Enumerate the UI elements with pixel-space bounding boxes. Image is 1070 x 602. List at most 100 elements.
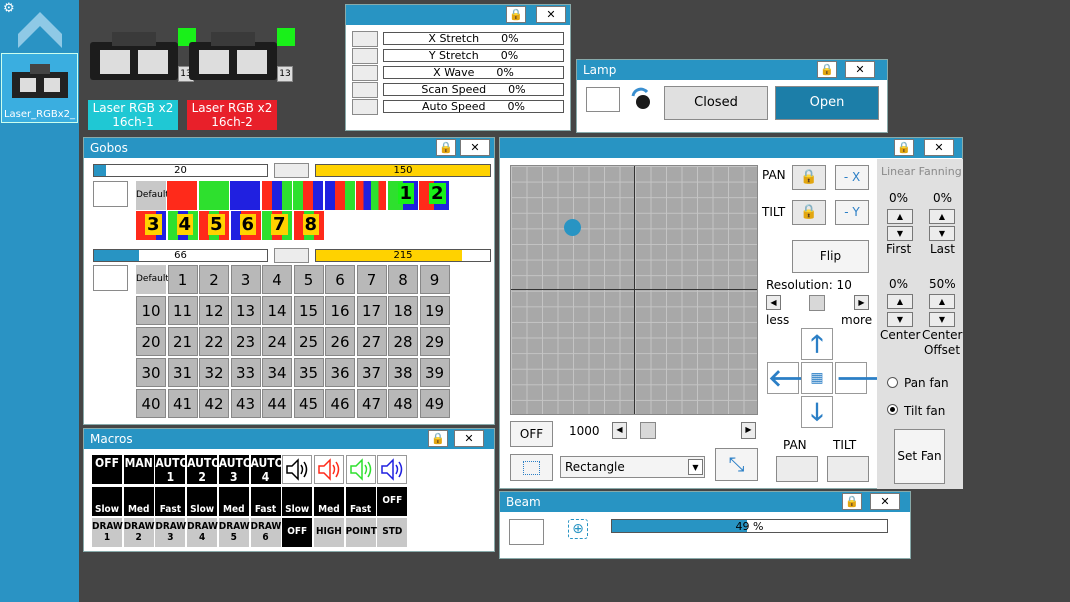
lamp-state-button[interactable]: [586, 87, 620, 112]
close-button[interactable]: ✕: [536, 6, 566, 23]
macro-button[interactable]: AUTO 4: [250, 455, 284, 484]
offset-down-button[interactable]: ▼: [929, 312, 955, 327]
speaker-icon[interactable]: [282, 455, 313, 484]
gobo-number-button[interactable]: 1: [167, 265, 198, 294]
macro-button[interactable]: STD: [377, 518, 408, 547]
speed-increase-button[interactable]: ▶: [741, 422, 756, 439]
macro-button[interactable]: Fast: [250, 487, 281, 516]
macro-button[interactable]: DRAW 3: [155, 518, 186, 547]
gobo-number-button[interactable]: 35: [293, 358, 324, 387]
gobo-number-button[interactable]: 4: [262, 265, 292, 294]
set-fan-button[interactable]: Set Fan: [894, 429, 945, 484]
color-gobo[interactable]: 3: [136, 211, 166, 240]
gobo-number-button[interactable]: 36: [325, 358, 355, 387]
stretch-row-slider[interactable]: Scan Speed 0%: [383, 83, 564, 96]
gobo-wheel-1-mid-button[interactable]: [274, 163, 309, 178]
gobo-wheel-1-rotation-slider[interactable]: 150: [315, 164, 491, 177]
macro-button[interactable]: AUTO 1: [155, 455, 189, 484]
color-gobo[interactable]: [324, 181, 355, 210]
gobo-number-button[interactable]: 40: [136, 389, 166, 418]
gobo-number-button[interactable]: 46: [325, 389, 355, 418]
stretch-row-button[interactable]: [352, 31, 378, 47]
color-gobo[interactable]: [198, 181, 229, 210]
macro-button[interactable]: POINT: [345, 518, 377, 547]
gobo-number-button[interactable]: 39: [419, 358, 450, 387]
gobo-number-button[interactable]: 16: [325, 296, 355, 325]
move-left-button[interactable]: 🡐: [767, 362, 832, 394]
gobo-number-button[interactable]: 15: [293, 296, 324, 325]
gobo-number-button[interactable]: 20: [136, 327, 166, 356]
gobo-number-button[interactable]: 5: [293, 265, 324, 294]
stretch-row-slider[interactable]: X Wave 0%: [383, 66, 564, 79]
macro-button[interactable]: AUTO 2: [187, 455, 220, 484]
speaker-icon[interactable]: [345, 455, 376, 484]
shape-dropdown[interactable]: Rectangle ▼: [560, 456, 705, 478]
invert-y-button[interactable]: - Y: [835, 200, 869, 225]
lock-button[interactable]: 🔒: [842, 493, 862, 510]
tilt-fine-button[interactable]: [827, 456, 869, 482]
gobo-number-button[interactable]: 38: [388, 358, 418, 387]
gobo-number-button[interactable]: 30: [136, 358, 166, 387]
resolution-less-button[interactable]: ◀: [766, 295, 781, 310]
macro-button[interactable]: Fast: [155, 487, 186, 516]
color-gobo[interactable]: [167, 181, 197, 210]
gobo-number-button[interactable]: 12: [199, 296, 229, 325]
gobo-number-button[interactable]: 6: [325, 265, 355, 294]
gobo-wheel-1-slider[interactable]: 20: [93, 164, 268, 177]
fixture-2[interactable]: 13 Laser RGB x2 16ch-2: [187, 28, 295, 130]
macro-button[interactable]: Med: [218, 487, 249, 516]
gobo-number-button[interactable]: 33: [230, 358, 261, 387]
move-up-button[interactable]: 🡑: [801, 328, 833, 360]
gobo-number-button[interactable]: 45: [293, 389, 324, 418]
beam-slider[interactable]: 49 %: [611, 519, 888, 533]
pan-fine-button[interactable]: [776, 456, 818, 482]
gobo-number-button[interactable]: 10: [136, 296, 166, 325]
gobo-2-default-button[interactable]: Default: [136, 265, 169, 294]
gobo-wheel-2-slider[interactable]: 66: [93, 249, 268, 262]
gobo-number-button[interactable]: 25: [293, 327, 324, 356]
gobo-number-button[interactable]: 3: [230, 265, 261, 294]
speed-decrease-button[interactable]: ◀: [612, 422, 627, 439]
first-up-button[interactable]: ▲: [887, 209, 913, 224]
close-button[interactable]: ✕: [870, 493, 900, 510]
gobo-number-button[interactable]: 2: [199, 265, 229, 294]
macro-button[interactable]: Med: [123, 487, 154, 516]
macro-button[interactable]: Fast: [345, 487, 376, 516]
color-gobo[interactable]: [230, 181, 260, 210]
position-dot[interactable]: [564, 219, 581, 236]
color-gobo[interactable]: 8: [293, 211, 324, 240]
speaker-icon[interactable]: [313, 455, 344, 484]
gear-icon[interactable]: ⚙: [3, 2, 17, 16]
gobo-number-button[interactable]: 49: [419, 389, 450, 418]
gobo-number-button[interactable]: 11: [167, 296, 198, 325]
macro-button[interactable]: AUTO 3: [218, 455, 252, 484]
invert-x-button[interactable]: - X: [835, 165, 869, 190]
macro-button[interactable]: Med: [313, 487, 344, 516]
macro-button[interactable]: DRAW 1: [92, 518, 123, 547]
macro-button[interactable]: DRAW 2: [123, 518, 155, 547]
macro-button[interactable]: DRAW 5: [218, 518, 250, 547]
stretch-row-button[interactable]: [352, 65, 378, 81]
move-right-button[interactable]: 🡒: [835, 362, 900, 394]
color-gobo[interactable]: 1: [387, 181, 418, 210]
fixture-1[interactable]: 13 Laser RGB x2 16ch-1: [88, 28, 196, 130]
gobo-wheel-2-rotation-slider[interactable]: 215: [315, 249, 491, 262]
gobo-number-button[interactable]: 7: [356, 265, 387, 294]
pan-fan-radio[interactable]: [887, 377, 898, 388]
speed-slider-thumb[interactable]: [640, 422, 656, 439]
gobo-number-button[interactable]: 32: [199, 358, 229, 387]
stretch-row-slider[interactable]: X Stretch 0%: [383, 32, 564, 45]
lamp-closed-button[interactable]: Closed: [664, 86, 768, 120]
gobo-number-button[interactable]: 17: [356, 296, 387, 325]
macro-button[interactable]: Slow: [92, 487, 122, 516]
macro-button[interactable]: Slow: [187, 487, 218, 516]
gobo-number-button[interactable]: 31: [167, 358, 198, 387]
gobo-number-button[interactable]: 37: [356, 358, 387, 387]
last-down-button[interactable]: ▼: [929, 226, 955, 241]
gobo-number-button[interactable]: 22: [199, 327, 229, 356]
macro-button[interactable]: DRAW 4: [187, 518, 218, 547]
stretch-row-button[interactable]: [352, 48, 378, 64]
close-button[interactable]: ✕: [924, 139, 954, 156]
lamp-open-button[interactable]: Open: [775, 86, 879, 120]
macro-button[interactable]: HIGH: [313, 518, 344, 547]
